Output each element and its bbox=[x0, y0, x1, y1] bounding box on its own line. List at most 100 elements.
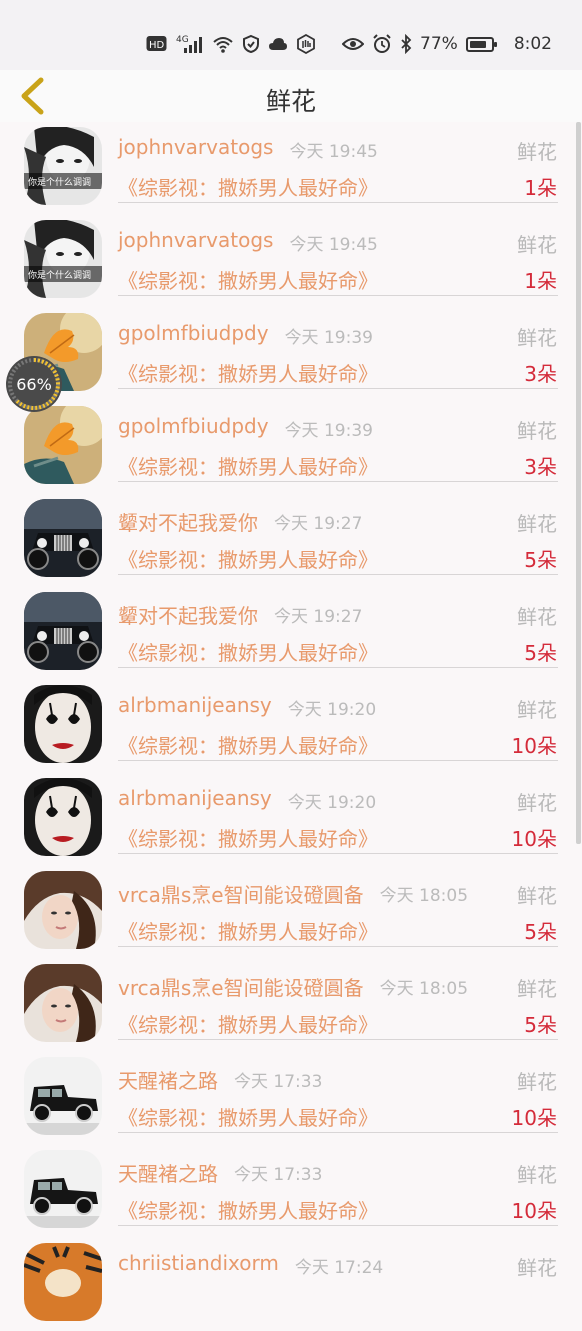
user-avatar[interactable]: 你是个什么调调 bbox=[24, 220, 102, 298]
user-avatar[interactable] bbox=[24, 406, 102, 484]
flower-count: 10朵 bbox=[511, 734, 557, 758]
user-name[interactable]: alrbmanijeansy bbox=[118, 786, 272, 810]
user-avatar[interactable] bbox=[24, 1057, 102, 1135]
gift-type-label: 鲜花 bbox=[517, 233, 557, 257]
user-avatar[interactable] bbox=[24, 499, 102, 577]
user-avatar[interactable]: 你是个什么调调 bbox=[24, 127, 102, 205]
gift-record-item[interactable]: gpolmfbiudpdy 今天 19:39 鲜花《综影视：撒娇男人最好命》 3朵 bbox=[0, 308, 582, 401]
hd-icon: HD bbox=[146, 35, 168, 53]
cloud-icon bbox=[268, 36, 288, 52]
scrollbar[interactable] bbox=[576, 122, 581, 844]
gift-record-item[interactable]: alrbmanijeansy 今天 19:20 鲜花 《综影视：撒娇男人最好命》 10朵 bbox=[0, 680, 582, 773]
svg-text:4G: 4G bbox=[176, 35, 189, 45]
user-name[interactable]: alrbmanijeansy bbox=[118, 693, 272, 717]
svg-text:你是个什么调调: 你是个什么调调 bbox=[28, 269, 91, 281]
page-title: 鲜花 bbox=[265, 87, 316, 116]
user-name[interactable]: jophnvarvatogs bbox=[118, 228, 273, 252]
user-avatar[interactable] bbox=[24, 1243, 102, 1321]
gift-type-label: 鲜花 bbox=[517, 884, 557, 908]
user-avatar[interactable] bbox=[24, 871, 102, 949]
gift-record-item[interactable]: 颦对不起我爱你 今天 19:27 鲜花 《综影视：撒娇男人最好命》 5朵 bbox=[0, 494, 582, 587]
book-title[interactable]: 《综影视：撒娇男人最好命》 bbox=[118, 637, 378, 666]
user-name[interactable]: vrca鼎s烹e智间能设磴圓备 bbox=[118, 879, 364, 908]
user-avatar[interactable] bbox=[24, 964, 102, 1042]
flower-count: 1朵 bbox=[524, 269, 557, 293]
row-divider bbox=[118, 760, 558, 761]
gift-record-item[interactable]: 天醒褚之路 今天 17:33 鲜花 《综影视：撒娇男人最好命》 10朵 bbox=[0, 1145, 582, 1238]
user-avatar[interactable] bbox=[24, 592, 102, 670]
record-time: 今天 19:39 bbox=[284, 328, 373, 348]
wifi-icon bbox=[212, 34, 234, 54]
user-avatar[interactable] bbox=[24, 778, 102, 856]
book-title[interactable]: 《综影视：撒娇男人最好命》 bbox=[118, 823, 378, 852]
record-time: 今天 19:39 bbox=[284, 421, 373, 441]
alarm-icon bbox=[372, 34, 392, 54]
gift-type-label: 鲜花 bbox=[517, 1256, 557, 1280]
hand-icon bbox=[296, 34, 316, 54]
book-title[interactable]: 《综影视：撒娇男人最好命》 bbox=[118, 730, 378, 759]
gift-record-item[interactable]: gpolmfbiudpdy 今天 19:39 鲜花 《综影视：撒娇男人最好命》 3朵 bbox=[0, 401, 582, 494]
book-title[interactable]: 《综影视：撒娇男人最好命》 bbox=[118, 916, 378, 945]
book-title[interactable]: 《综影视：撒娇男人最好命》 bbox=[118, 358, 378, 387]
signal-icon: 4G bbox=[176, 33, 204, 55]
user-name[interactable]: gpolmfbiudpdy bbox=[118, 321, 269, 345]
record-time: 今天 18:05 bbox=[379, 979, 469, 999]
gift-record-item[interactable]: 颦对不起我爱你 今天 19:27 鲜花 《综影视：撒娇男人最好命》 5朵 bbox=[0, 587, 582, 680]
user-avatar[interactable] bbox=[24, 1150, 102, 1228]
book-title[interactable]: 《综影视：撒娇男人最好命》 bbox=[118, 265, 378, 294]
flower-count: 5朵 bbox=[524, 548, 557, 572]
eye-icon bbox=[342, 36, 365, 52]
gift-type-label: 鲜花 bbox=[517, 140, 557, 164]
row-divider bbox=[118, 1039, 558, 1040]
gift-record-item[interactable]: 你是个什么调调 jophnvarvatogs 今天 19:45 鲜花《综影视：撒娇男人… bbox=[0, 122, 582, 215]
gift-type-label: 鲜花 bbox=[517, 1163, 557, 1187]
flower-count: 10朵 bbox=[511, 827, 557, 851]
header: 鲜花 bbox=[0, 70, 582, 122]
book-title[interactable]: 《综影视：撒娇男人最好命》 bbox=[118, 1009, 378, 1038]
gift-record-item[interactable]: 你是个什么调调 jophnvarvatogs 今天 19:45 鲜花 《综影视：撒娇男人… bbox=[0, 215, 582, 308]
row-divider bbox=[118, 946, 558, 947]
user-name[interactable]: 颦对不起我爱你 bbox=[118, 600, 258, 629]
gift-record-item[interactable]: chriistiandixorm 今天 17:24 鲜花 bbox=[0, 1238, 582, 1331]
book-title[interactable]: 《综影视：撒娇男人最好命》 bbox=[118, 1102, 378, 1131]
battery-icon bbox=[465, 36, 497, 52]
bluetooth-icon bbox=[400, 34, 412, 54]
gift-record-item[interactable]: vrca鼎s烹e智间能设磴圓备 今天 18:05 鲜花 《综影视：撒娇男人最好命》 5朵 bbox=[0, 866, 582, 959]
gift-type-label: 鲜花 bbox=[517, 1070, 557, 1094]
status-bar: HD 4G 77% 8:02 bbox=[0, 0, 582, 70]
svg-text:HD: HD bbox=[149, 40, 165, 51]
floating-progress-widget[interactable]: 66% bbox=[6, 356, 62, 412]
gift-record-list[interactable]: 你是个什么调调 jophnvarvatogs 今天 19:45 鲜花 《综影视：撒娇男人… bbox=[0, 122, 582, 1331]
record-time: 今天 17:33 bbox=[234, 1072, 323, 1092]
gift-record-item[interactable]: vrca鼎s烹e智间能设磴圓备 今天 18:05 鲜花《综影视：撒娇男人最好命》 5朵 bbox=[0, 959, 582, 1052]
shield-check-icon bbox=[242, 34, 260, 54]
row-divider bbox=[118, 574, 558, 575]
record-time: 今天 19:45 bbox=[289, 142, 378, 162]
gift-type-label: 鲜花 bbox=[517, 977, 557, 1001]
user-name[interactable]: 颦对不起我爱你 bbox=[118, 507, 258, 536]
gift-record-item[interactable]: alrbmanijeansy 今天 19:20 鲜花 《综影视：撒娇男人最好命》 10朵 bbox=[0, 773, 582, 866]
row-divider bbox=[118, 388, 558, 389]
row-divider bbox=[118, 481, 558, 482]
gift-record-item[interactable]: 天醒褚之路 今天 17:33 鲜花《综影视：撒娇男人最好命》 10朵 bbox=[0, 1052, 582, 1145]
row-divider bbox=[118, 202, 558, 203]
user-name[interactable]: 天醒褚之路 bbox=[118, 1158, 218, 1187]
flower-count: 5朵 bbox=[524, 641, 557, 665]
book-title[interactable]: 《综影视：撒娇男人最好命》 bbox=[118, 172, 378, 201]
gift-type-label: 鲜花 bbox=[517, 326, 557, 350]
user-name[interactable]: vrca鼎s烹e智间能设磴圓备 bbox=[118, 972, 364, 1001]
user-name[interactable]: gpolmfbiudpdy bbox=[118, 414, 269, 438]
row-divider bbox=[118, 1132, 558, 1133]
user-avatar[interactable] bbox=[24, 685, 102, 763]
flower-count: 5朵 bbox=[524, 1013, 557, 1037]
flower-count: 10朵 bbox=[511, 1106, 557, 1130]
flower-count: 3朵 bbox=[524, 362, 557, 386]
row-divider bbox=[118, 667, 558, 668]
user-name[interactable]: 天醒褚之路 bbox=[118, 1065, 218, 1094]
book-title[interactable]: 《综影视：撒娇男人最好命》 bbox=[118, 451, 378, 480]
user-name[interactable]: chriistiandixorm bbox=[118, 1251, 279, 1275]
record-time: 今天 17:33 bbox=[234, 1165, 323, 1185]
book-title[interactable]: 《综影视：撒娇男人最好命》 bbox=[118, 1195, 378, 1224]
book-title[interactable]: 《综影视：撒娇男人最好命》 bbox=[118, 544, 378, 573]
user-name[interactable]: jophnvarvatogs bbox=[118, 135, 273, 159]
